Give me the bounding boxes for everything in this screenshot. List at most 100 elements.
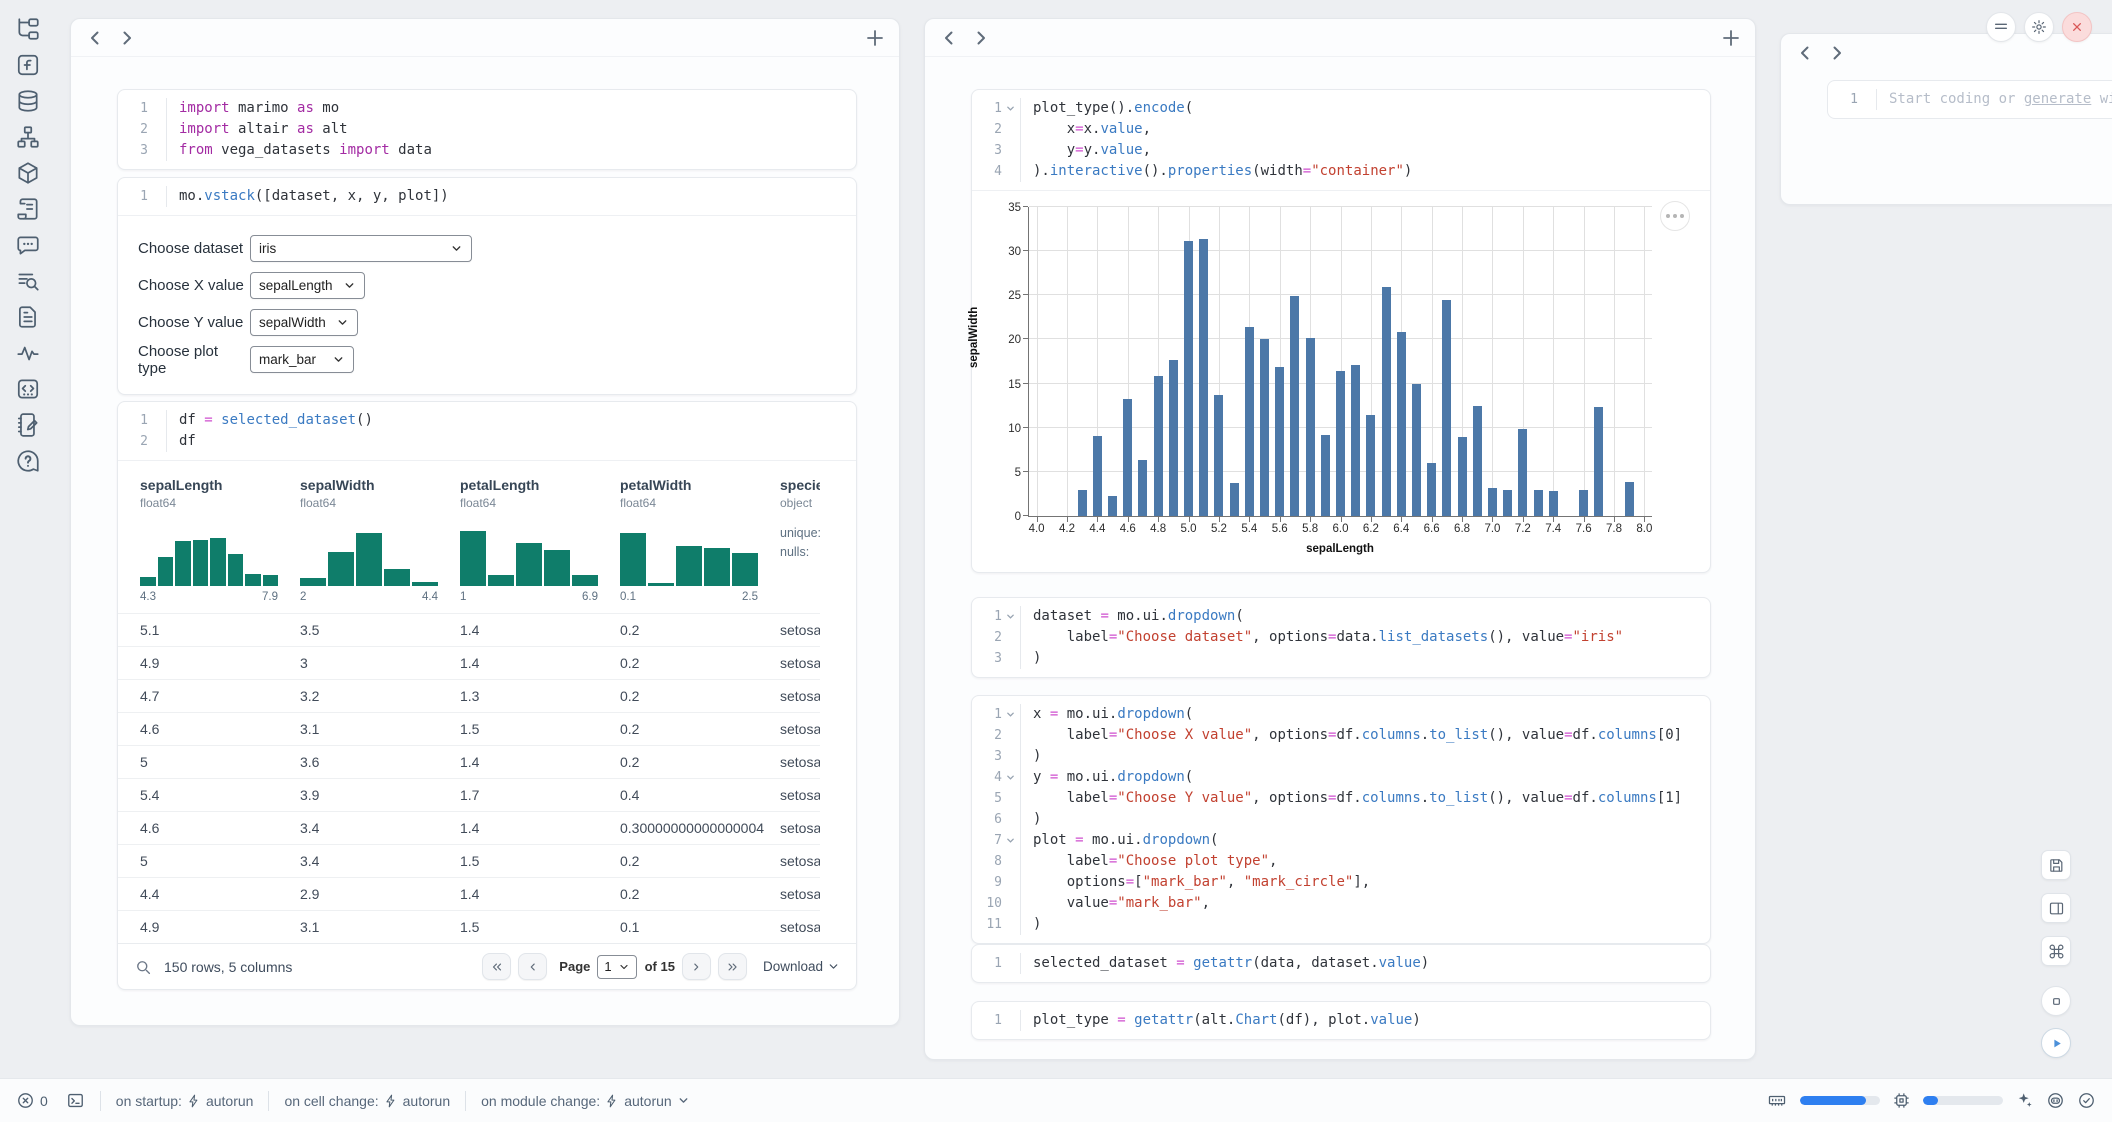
first-page-button[interactable] — [482, 953, 511, 980]
dataframe-table: sepalLengthfloat644.37.9sepalWidthfloat6… — [118, 461, 820, 943]
dropdown-select-iris[interactable]: iris — [250, 235, 472, 262]
table-cell: 4.7 — [140, 688, 300, 704]
chevron-right-icon[interactable] — [969, 26, 993, 50]
histogram-max: 2.5 — [742, 591, 758, 603]
sparkles-icon[interactable] — [2015, 1091, 2034, 1110]
y-tick-label: 35 — [989, 202, 1021, 214]
chart-bar — [1549, 491, 1558, 516]
table-cell: 5.4 — [140, 787, 300, 803]
table-cell: 1.3 — [460, 688, 620, 704]
table-cell: 0.2 — [620, 886, 780, 902]
prev-page-button[interactable] — [518, 953, 547, 980]
column-histogram — [620, 524, 758, 586]
code-line: 1plot_type().encode( — [972, 98, 1710, 119]
row-count-summary: 150 rows, 5 columns — [164, 959, 292, 975]
dropdown-select-mark_bar[interactable]: mark_bar — [250, 346, 354, 373]
chevron-right-icon[interactable] — [115, 26, 139, 50]
command-palette-button[interactable] — [2041, 936, 2071, 966]
list-search-icon[interactable] — [15, 268, 41, 294]
chevron-left-icon[interactable] — [83, 26, 107, 50]
activity-icon[interactable] — [15, 340, 41, 366]
run-all-button[interactable] — [2041, 1028, 2071, 1058]
dropdown-select-sepalWidth[interactable]: sepalWidth — [250, 309, 358, 336]
function-square-icon[interactable] — [15, 52, 41, 78]
next-page-button[interactable] — [682, 953, 711, 980]
shutdown-button[interactable] — [2062, 12, 2092, 42]
chart-menu-button[interactable] — [1660, 201, 1690, 231]
histogram-min: 1 — [460, 591, 466, 603]
search-icon[interactable] — [134, 958, 152, 976]
code-cell-dataframe[interactable]: 1df = selected_dataset()2df sepalLengthf… — [117, 401, 857, 990]
empty-code-cell[interactable]: 1 Start coding or generate with — [1827, 80, 2112, 119]
package-cube-icon[interactable] — [15, 160, 41, 186]
chevron-right-icon[interactable] — [1825, 41, 1849, 65]
runmode-value: autorun — [624, 1093, 671, 1109]
code-cell-vstack[interactable]: 1mo.vstack([dataset, x, y, plot]) Choose… — [117, 177, 857, 395]
connection-status-icon[interactable] — [2077, 1091, 2096, 1110]
database-icon[interactable] — [15, 88, 41, 114]
x-tick-label: 5.2 — [1211, 523, 1227, 535]
fold-marker-icon[interactable] — [1002, 767, 1018, 788]
code-cell-plot-type[interactable]: 1plot_type = getattr(alt.Chart(df), plot… — [971, 1001, 1711, 1040]
fold-marker-icon[interactable] — [1002, 606, 1018, 627]
gridline-x — [1584, 207, 1585, 516]
histogram-bar — [356, 533, 382, 586]
code-cell-dataset-dropdown[interactable]: 1dataset = mo.ui.dropdown(2 label="Choos… — [971, 597, 1711, 678]
chart-bar — [1579, 490, 1588, 516]
save-button[interactable] — [2041, 850, 2071, 880]
last-page-button[interactable] — [718, 953, 747, 980]
fold-marker-icon[interactable] — [1002, 830, 1018, 851]
chat-bot-icon[interactable] — [15, 232, 41, 258]
file-tree-icon[interactable] — [15, 16, 41, 42]
table-cell: 0.2 — [620, 622, 780, 638]
layout-toggle-button[interactable] — [2041, 893, 2071, 923]
stop-kernel-button[interactable] — [2041, 986, 2071, 1016]
floppy-icon — [2048, 857, 2065, 874]
chevron-down-icon — [332, 353, 345, 366]
copilot-icon[interactable] — [2046, 1091, 2065, 1110]
code-cell-xy-plot-dropdowns[interactable]: 1x = mo.ui.dropdown(2 label="Choose X va… — [971, 695, 1711, 944]
terminal-icon[interactable] — [66, 1091, 85, 1110]
help-bubble-icon[interactable] — [15, 448, 41, 474]
chevron-left-icon[interactable] — [1793, 41, 1817, 65]
code-box-icon[interactable] — [15, 376, 41, 402]
runmode-3[interactable]: on module change:autorun — [481, 1093, 690, 1109]
download-button[interactable]: Download — [763, 959, 840, 974]
table-cell: 1.4 — [460, 754, 620, 770]
add-cell-icon[interactable] — [1719, 26, 1743, 50]
notebook-pen-icon[interactable] — [15, 412, 41, 438]
code-cell-plot[interactable]: 1plot_type().encode(2 x=x.value,3 y=y.va… — [971, 89, 1711, 573]
line-number: 4 — [972, 161, 1002, 182]
code-cell-imports[interactable]: 1import marimo as mo2import altair as al… — [117, 89, 857, 170]
bar-chart-plot-area[interactable]: 051015202530354.04.24.44.64.85.05.25.45.… — [1028, 207, 1652, 517]
chart-bar — [1473, 406, 1482, 516]
page-select[interactable]: 1 — [597, 955, 636, 979]
fold-spacer — [1002, 725, 1018, 746]
editor-placeholder[interactable]: Start coding or generate with — [1889, 91, 2112, 107]
line-number: 2 — [972, 627, 1002, 648]
runmode-1[interactable]: on startup:autorun — [116, 1093, 254, 1109]
runmode-2[interactable]: on cell change:autorun — [284, 1093, 450, 1109]
column-header-species: speciesobjectunique:nulls: — [780, 477, 820, 603]
errors-icon[interactable] — [16, 1091, 35, 1110]
hierarchy-icon[interactable] — [15, 124, 41, 150]
x-axis-tick — [1614, 517, 1615, 522]
x-tick-label: 4.2 — [1059, 523, 1075, 535]
chart-bar — [1518, 429, 1527, 516]
dropdown-select-sepalLength[interactable]: sepalLength — [250, 272, 365, 299]
code-cell-selected-dataset[interactable]: 1selected_dataset = getattr(data, datase… — [971, 944, 1711, 983]
fold-marker-icon[interactable] — [1002, 98, 1018, 119]
document-icon[interactable] — [15, 304, 41, 330]
add-cell-icon[interactable] — [863, 26, 887, 50]
table-cell: setosa — [780, 787, 820, 803]
code-line: 5 label="Choose Y value", options=df.col… — [972, 788, 1710, 809]
menu-button[interactable] — [1986, 12, 2016, 42]
chevron-left-icon[interactable] — [937, 26, 961, 50]
notebook-column-middle: 1plot_type().encode(2 x=x.value,3 y=y.va… — [924, 18, 1756, 1060]
settings-button[interactable] — [2024, 12, 2054, 42]
chart-bar — [1260, 339, 1269, 516]
fold-marker-icon[interactable] — [1002, 704, 1018, 725]
scroll-icon[interactable] — [15, 196, 41, 222]
y-axis-title: sepalWidth — [968, 307, 980, 368]
generate-link: generate — [2024, 91, 2091, 107]
